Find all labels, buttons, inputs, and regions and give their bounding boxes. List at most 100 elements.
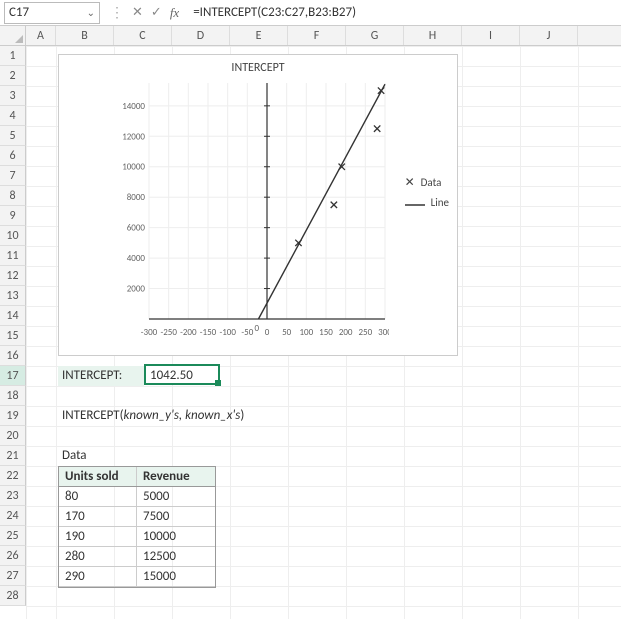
svg-text:200: 200 (339, 327, 353, 338)
units-cell[interactable]: 170 (59, 507, 137, 526)
svg-text:-200: -200 (180, 327, 197, 338)
revenue-cell[interactable]: 7500 (137, 507, 215, 526)
select-all-corner[interactable] (0, 26, 26, 46)
data-heading-cell[interactable]: Data (58, 446, 91, 466)
svg-text:300: 300 (378, 327, 389, 338)
row-header[interactable]: 16 (0, 346, 26, 366)
svg-text:8000: 8000 (127, 192, 146, 203)
svg-text:50: 50 (282, 327, 292, 338)
row-header[interactable]: 28 (0, 586, 26, 606)
column-header[interactable]: H (404, 26, 462, 45)
column-header[interactable]: D (172, 26, 230, 45)
row-header[interactable]: 7 (0, 166, 26, 186)
line-marker-icon (405, 196, 425, 209)
worksheet-grid[interactable]: INTERCEPT -300-250-200-150-100-500501001… (26, 46, 621, 619)
row-header[interactable]: 22 (0, 466, 26, 486)
column-header[interactable]: E (230, 26, 288, 45)
intercept-label-cell[interactable]: INTERCEPT: (58, 366, 144, 386)
row-header[interactable]: 24 (0, 506, 26, 526)
x-marker-icon: ✕ (405, 175, 415, 190)
units-cell[interactable]: 190 (59, 527, 137, 546)
column-headers: ABCDEFGHIJ (26, 26, 621, 46)
svg-text:-300: -300 (141, 327, 158, 338)
chart-legend: ✕Data Line (405, 175, 449, 215)
column-header[interactable]: J (520, 26, 578, 45)
row-header[interactable]: 3 (0, 86, 26, 106)
row-header[interactable]: 18 (0, 386, 26, 406)
row-header[interactable]: 23 (0, 486, 26, 506)
column-header[interactable]: B (56, 26, 114, 45)
chevron-down-icon[interactable]: ⌄ (87, 6, 95, 19)
column-header[interactable]: F (288, 26, 346, 45)
svg-text:150: 150 (319, 327, 333, 338)
legend-entry-data: ✕Data (405, 175, 449, 190)
row-header[interactable]: 9 (0, 206, 26, 226)
header-units-sold[interactable]: Units sold (59, 467, 137, 486)
svg-text:0: 0 (254, 323, 259, 334)
revenue-cell[interactable]: 10000 (137, 527, 215, 546)
table-row: 29015000 (59, 567, 215, 587)
table-row: 1707500 (59, 507, 215, 527)
row-header[interactable]: 11 (0, 246, 26, 266)
row-header[interactable]: 12 (0, 266, 26, 286)
row-header[interactable]: 26 (0, 546, 26, 566)
row-header[interactable]: 2 (0, 66, 26, 86)
fx-icon[interactable]: fx (170, 5, 179, 21)
syntax-text-cell[interactable]: INTERCEPT(known_y's, known_x's) (58, 406, 248, 426)
row-header[interactable]: 14 (0, 306, 26, 326)
cancel-icon[interactable]: ✕ (132, 5, 143, 20)
row-header[interactable]: 10 (0, 226, 26, 246)
svg-text:-50: -50 (241, 327, 253, 338)
revenue-cell[interactable]: 15000 (137, 567, 215, 586)
legend-entry-line: Line (405, 196, 449, 209)
svg-text:-100: -100 (219, 327, 236, 338)
column-header[interactable]: A (26, 26, 56, 45)
data-table: Units soldRevenue 8050001707500190100002… (58, 466, 216, 588)
row-header[interactable]: 19 (0, 406, 26, 426)
row-header[interactable]: 17 (0, 366, 26, 386)
svg-text:6000: 6000 (127, 223, 146, 234)
svg-text:10000: 10000 (122, 162, 145, 173)
svg-text:-150: -150 (200, 327, 217, 338)
svg-text:12000: 12000 (122, 131, 145, 142)
units-cell[interactable]: 280 (59, 547, 137, 566)
name-box[interactable]: C17 ⌄ (4, 2, 100, 24)
svg-text:2000: 2000 (127, 284, 146, 295)
table-header-row: Units soldRevenue (59, 467, 215, 487)
row-headers: 1234567891011121314151617181920212223242… (0, 46, 26, 606)
row-header[interactable]: 1 (0, 46, 26, 66)
accept-icon[interactable]: ✓ (151, 5, 162, 20)
formula-bar-buttons: ⋮ ✕ ✓ fx (104, 4, 185, 21)
fill-handle[interactable] (215, 380, 221, 386)
column-header[interactable]: G (346, 26, 404, 45)
svg-text:0: 0 (265, 327, 270, 338)
embedded-chart[interactable]: INTERCEPT -300-250-200-150-100-500501001… (58, 54, 458, 356)
svg-text:-250: -250 (160, 327, 177, 338)
svg-text:4000: 4000 (127, 253, 146, 264)
revenue-cell[interactable]: 12500 (137, 547, 215, 566)
row-header[interactable]: 5 (0, 126, 26, 146)
row-header[interactable]: 8 (0, 186, 26, 206)
revenue-cell[interactable]: 5000 (137, 487, 215, 506)
table-row: 28012500 (59, 547, 215, 567)
units-cell[interactable]: 80 (59, 487, 137, 506)
row-header[interactable]: 21 (0, 446, 26, 466)
chart-plot-area: -300-250-200-150-100-5005010015020025030… (109, 79, 389, 339)
row-header[interactable]: 25 (0, 526, 26, 546)
formula-input[interactable]: =INTERCEPT(C23:C27,B23:B27) (185, 5, 621, 20)
name-box-value: C17 (9, 5, 29, 20)
active-cell[interactable]: 1042.50 (144, 364, 220, 385)
row-header[interactable]: 15 (0, 326, 26, 346)
row-header[interactable]: 20 (0, 426, 26, 446)
column-header[interactable]: C (114, 26, 172, 45)
units-cell[interactable]: 290 (59, 567, 137, 586)
svg-text:14000: 14000 (122, 101, 145, 112)
svg-text:100: 100 (299, 327, 313, 338)
row-header[interactable]: 27 (0, 566, 26, 586)
column-header[interactable]: I (462, 26, 520, 45)
row-header[interactable]: 4 (0, 106, 26, 126)
row-header[interactable]: 6 (0, 146, 26, 166)
row-header[interactable]: 13 (0, 286, 26, 306)
more-icon[interactable]: ⋮ (110, 4, 124, 21)
header-revenue[interactable]: Revenue (137, 467, 215, 486)
